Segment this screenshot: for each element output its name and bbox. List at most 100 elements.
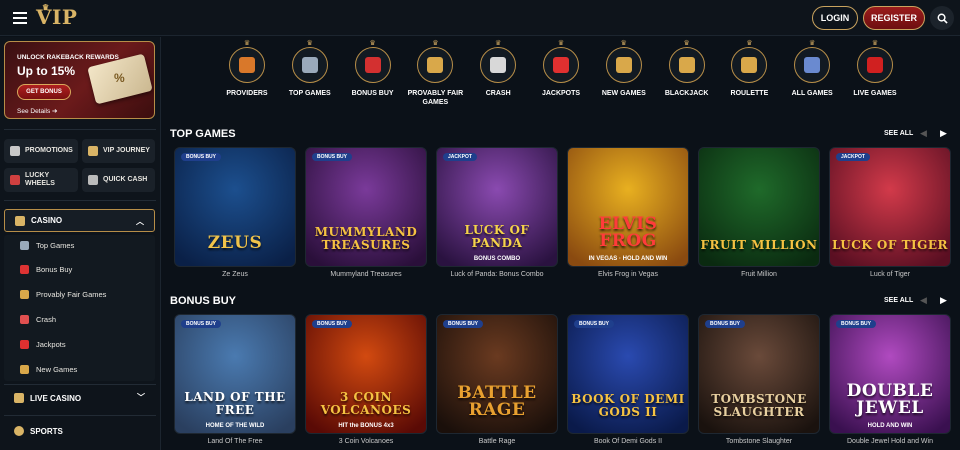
register-button[interactable]: REGISTER: [863, 6, 925, 30]
category-label: NEW GAMES: [601, 90, 646, 97]
divider: [4, 200, 156, 201]
wheel-icon: [10, 175, 20, 185]
quick-link-3[interactable]: QUICK CASH: [82, 168, 155, 192]
category-2[interactable]: BONUS BUY: [343, 47, 403, 111]
game-badge: BONUS BUY: [181, 320, 222, 328]
quick-link-1[interactable]: VIP JOURNEY: [82, 139, 155, 163]
scales-icon: [427, 57, 444, 73]
sidebar-item-2[interactable]: Provably Fair Games: [20, 287, 106, 303]
game-title-art: LUCK OF PANDA: [464, 223, 530, 250]
game-badge: JACKPOT: [836, 153, 870, 161]
chevron-down-icon[interactable]: ﹀: [137, 392, 145, 403]
quick-link-label: QUICK CASH: [103, 176, 148, 183]
game-name[interactable]: Elvis Frog in Vegas: [567, 271, 689, 278]
top-bar: ♛ VIP LOGIN REGISTER: [0, 0, 960, 36]
category-label: BONUS BUY: [351, 90, 394, 97]
login-button[interactable]: LOGIN: [812, 6, 858, 30]
live-casino-menu-header[interactable]: LIVE CASINO ﹀: [4, 387, 155, 409]
game-name[interactable]: Land Of The Free: [174, 438, 296, 445]
category-10[interactable]: LIVE GAMES: [845, 47, 905, 111]
game-card[interactable]: BONUS BUY MUMMYLAND TREASURES: [305, 147, 427, 267]
sidebar-item-label: Top Games: [36, 240, 75, 250]
game-title-art: DOUBLE JEWEL: [846, 381, 934, 418]
game-card[interactable]: BONUS BUY DOUBLE JEWEL HOLD AND WIN: [829, 314, 951, 434]
category-label: TOP GAMES: [288, 90, 331, 97]
category-circle: [480, 47, 517, 83]
section-title-top-games: TOP GAMES: [170, 128, 236, 140]
game-name[interactable]: Battle Rage: [436, 438, 558, 445]
get-bonus-button[interactable]: GET BONUS: [17, 84, 71, 100]
sidebar-item-1[interactable]: Bonus Buy: [20, 262, 72, 278]
game-card[interactable]: BONUS BUY LAND OF THE FREE HOME OF THE WIL…: [174, 314, 296, 434]
arrow-left-icon[interactable]: ◀: [920, 295, 927, 306]
game-name[interactable]: Mummyland Treasures: [305, 271, 427, 278]
category-4[interactable]: CRASH: [468, 47, 528, 111]
category-circle: [668, 47, 705, 83]
category-circle: [291, 47, 328, 83]
game-name[interactable]: Luck of Panda: Bonus Combo: [436, 271, 558, 278]
category-label: BLACKJACK: [664, 90, 709, 97]
see-all-link[interactable]: SEE ALL: [884, 130, 913, 137]
seven-icon: [553, 57, 569, 73]
game-name[interactable]: Fruit Million: [698, 271, 820, 278]
sidebar-item-3[interactable]: Crash: [20, 311, 56, 327]
game-badge: BONUS BUY: [574, 320, 615, 328]
quick-link-2[interactable]: LUCKY WHEELS: [4, 168, 78, 192]
arrow-right-icon[interactable]: ▶: [940, 128, 947, 139]
category-3[interactable]: PROVABLY FAIR GAMES: [405, 47, 465, 111]
bowtie-icon: [867, 57, 883, 73]
game-card[interactable]: BONUS BUY BOOK OF DEMI GODS II: [567, 314, 689, 434]
sidebar-item-4[interactable]: Jackpots: [20, 336, 66, 352]
category-label: ROULETTE: [730, 90, 769, 97]
category-6[interactable]: NEW GAMES: [594, 47, 654, 111]
see-all-link[interactable]: SEE ALL: [884, 297, 913, 304]
game-card[interactable]: JACKPOT LUCK OF TIGER: [829, 147, 951, 267]
rocket-icon: [490, 57, 507, 73]
category-8[interactable]: ROULETTE: [719, 47, 779, 111]
arrow-right-icon[interactable]: ▶: [940, 295, 947, 306]
category-0[interactable]: PROVIDERS: [217, 47, 277, 111]
game-title-art: BOOK OF DEMI GODS II: [571, 392, 685, 419]
category-5[interactable]: JACKPOTS: [531, 47, 591, 111]
casino-submenu: [4, 235, 155, 381]
quick-link-label: LUCKY WHEELS: [25, 172, 55, 187]
category-circle: [605, 47, 642, 83]
category-circle: [229, 47, 265, 83]
sports-menu-item[interactable]: SPORTS: [4, 420, 155, 442]
game-name[interactable]: Ze Zeus: [174, 271, 296, 278]
chevron-up-icon[interactable]: ︿: [136, 216, 144, 227]
section-title-bonus-buy: BONUS BUY: [170, 295, 237, 307]
category-9[interactable]: ALL GAMES: [782, 47, 842, 111]
category-label: PROVABLY FAIR GAMES: [407, 90, 464, 106]
game-name[interactable]: Book Of Demi Gods II: [567, 438, 689, 445]
game-subtitle-art: HIT the BONUS 4x3: [338, 423, 394, 429]
game-card[interactable]: BONUS BUY ZEUS: [174, 147, 296, 267]
site-logo[interactable]: ♛ VIP: [36, 2, 77, 31]
seven-icon: [20, 339, 29, 349]
casino-menu-header[interactable]: CASINO ︿: [4, 209, 155, 232]
category-label: CRASH: [485, 90, 511, 97]
see-details-link[interactable]: See Details ➔: [17, 107, 58, 115]
rakeback-promo-banner[interactable]: UNLOCK RAKEBACK REWARDS Up to 15% GET BO…: [4, 41, 155, 119]
game-card[interactable]: BONUS BUY BATTLE RAGE: [436, 314, 558, 434]
category-7[interactable]: BLACKJACK: [657, 47, 717, 111]
slot-icon: [804, 57, 821, 73]
game-name[interactable]: Luck of Tiger: [829, 271, 951, 278]
hamburger-menu-icon[interactable]: [10, 8, 30, 28]
arrow-left-icon[interactable]: ◀: [920, 128, 927, 139]
game-name[interactable]: Tombstone Slaughter: [698, 438, 820, 445]
sidebar-item-5[interactable]: New Games: [20, 361, 77, 377]
crown-icon: [88, 146, 98, 156]
quick-link-0[interactable]: PROMOTIONS: [4, 139, 78, 163]
game-card[interactable]: JACKPOT LUCK OF PANDA BONUS COMBO: [436, 147, 558, 267]
game-card[interactable]: BONUS BUY TOMBSTONE SLAUGHTER: [698, 314, 820, 434]
game-name[interactable]: Double Jewel Hold and Win: [829, 438, 951, 445]
category-1[interactable]: TOP GAMES: [280, 47, 340, 111]
game-card[interactable]: ELVIS FROG IN VEGAS · HOLD AND WIN: [567, 147, 689, 267]
game-card[interactable]: FRUIT MILLION: [698, 147, 820, 267]
game-title-art: FRUIT MILLION: [700, 238, 818, 252]
game-name[interactable]: 3 Coin Volcanoes: [305, 438, 427, 445]
search-button[interactable]: [930, 6, 954, 30]
sidebar-item-0[interactable]: Top Games: [20, 237, 74, 253]
game-card[interactable]: BONUS BUY 3 COIN VOLCANOES HIT the BONUS 4…: [305, 314, 427, 434]
